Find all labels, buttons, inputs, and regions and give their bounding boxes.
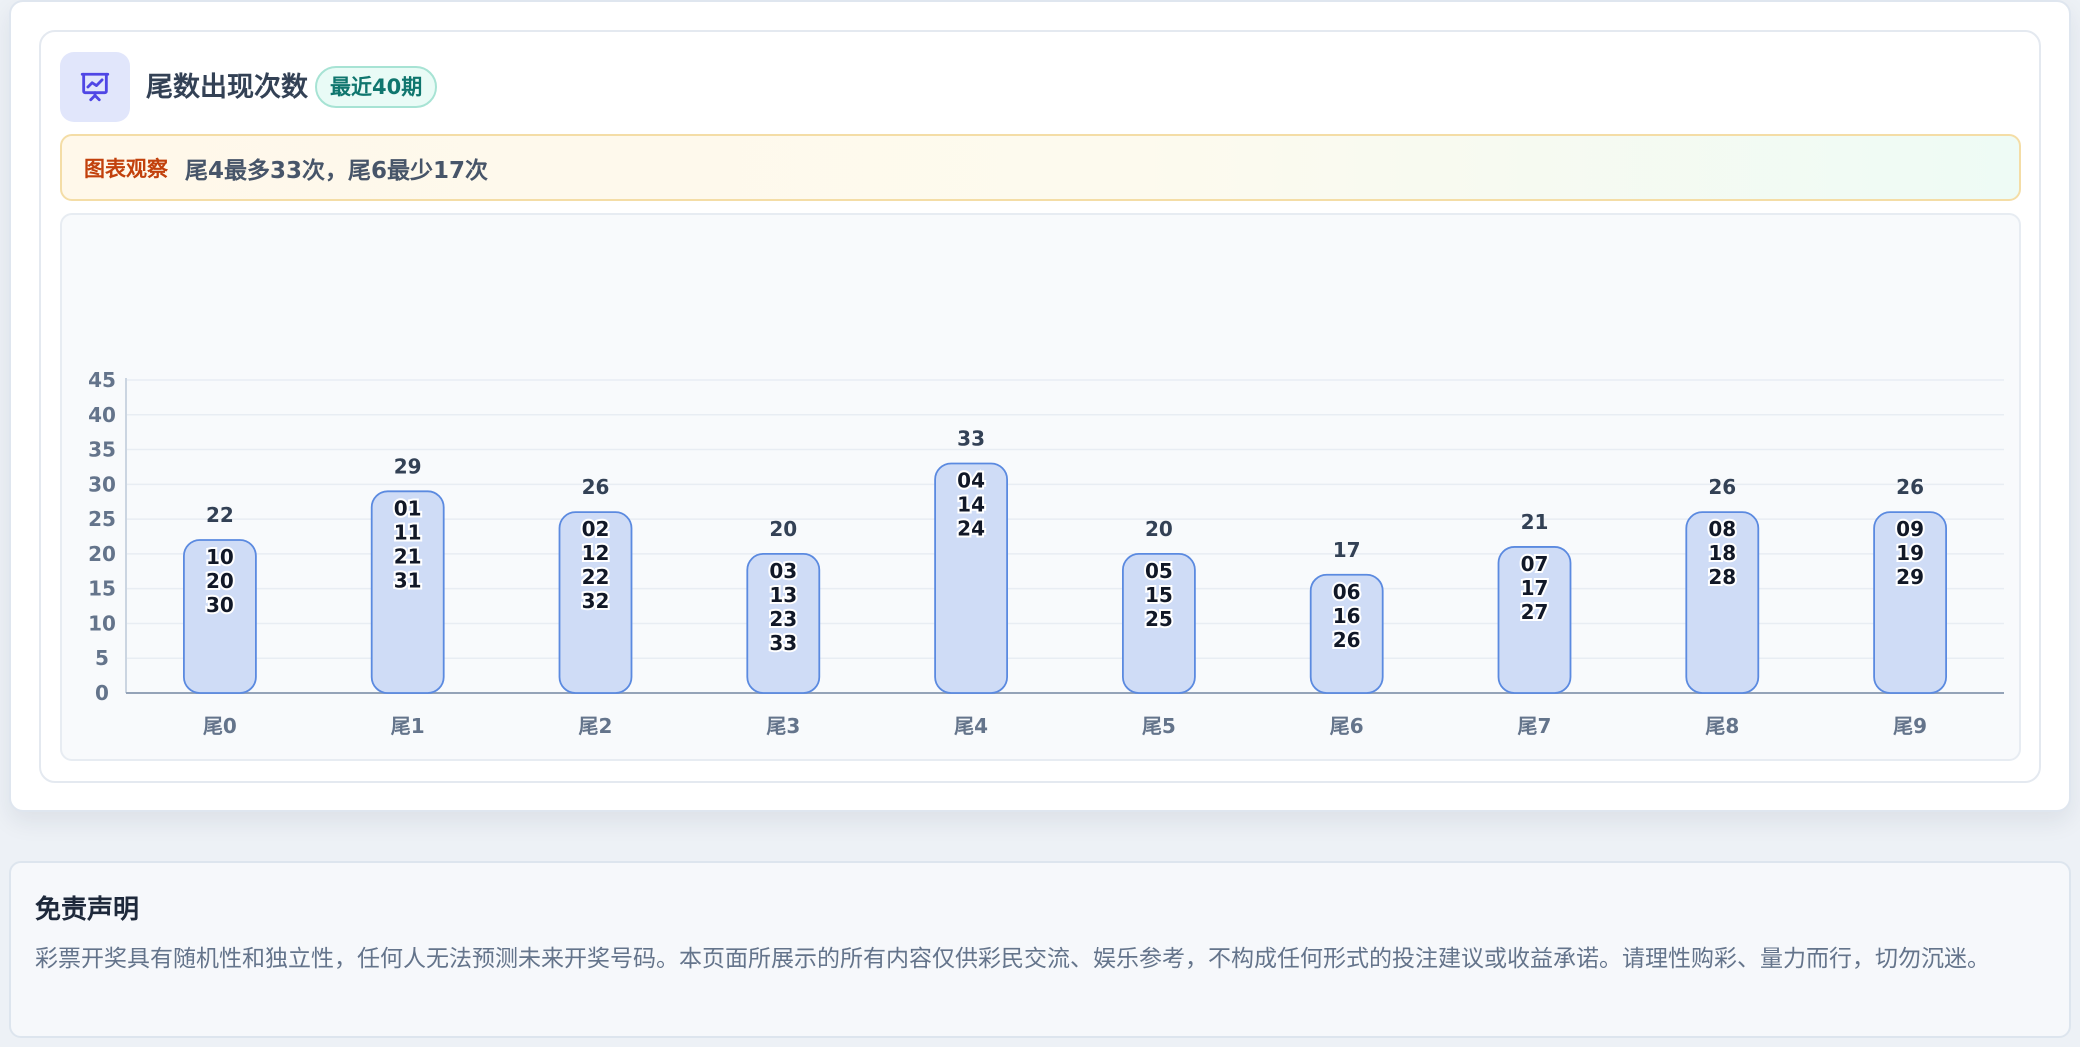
bar-value-label: 21	[1521, 510, 1549, 534]
bar-number-label: 19	[1896, 541, 1924, 565]
bar-number-label: 13	[769, 583, 797, 607]
y-tick-label: 10	[88, 611, 116, 635]
bar-number-label: 18	[1708, 541, 1736, 565]
bar-value-label: 26	[1708, 475, 1736, 499]
y-tick-label: 35	[88, 438, 116, 462]
bar-number-label: 08	[1708, 517, 1736, 541]
x-tick-label: 尾1	[391, 714, 425, 738]
bar-value-label: 26	[582, 475, 610, 499]
bar-number-label: 06	[1333, 580, 1361, 604]
bar-value-label: 17	[1333, 538, 1361, 562]
x-tick-label: 尾4	[954, 714, 988, 738]
bar-value-label: 26	[1896, 475, 1924, 499]
bar-number-label: 32	[582, 589, 610, 613]
bar-number-label: 23	[769, 607, 797, 631]
bar-number-label: 33	[769, 631, 797, 655]
bar-number-label: 11	[394, 520, 422, 544]
bar-number-label: 25	[1145, 607, 1173, 631]
bar-number-label: 16	[1333, 604, 1361, 628]
bar-value-label: 33	[957, 426, 985, 450]
bar-number-label: 02	[582, 517, 610, 541]
bar-number-label: 15	[1145, 583, 1173, 607]
x-tick-label: 尾9	[1893, 714, 1927, 738]
bar-number-label: 10	[206, 545, 234, 569]
bar-number-label: 20	[206, 569, 234, 593]
x-tick-label: 尾6	[1330, 714, 1364, 738]
bar-value-label: 20	[769, 517, 797, 541]
bar-value-label: 22	[206, 503, 234, 527]
bar-number-label: 31	[394, 568, 422, 592]
observation-label: 图表观察	[84, 156, 168, 181]
bar-value-label: 20	[1145, 517, 1173, 541]
bar-number-label: 03	[769, 559, 797, 583]
observation-text: 尾4最多33次，尾6最少17次	[185, 157, 489, 184]
chart-observation: 图表观察 尾4最多33次，尾6最少17次	[60, 134, 2021, 201]
bar-number-label: 01	[394, 496, 422, 520]
bar-number-label: 05	[1145, 559, 1173, 583]
chart-area: 0 5 10 15 20 25 30 35 40 45 22 10 20 30 尾0 29 01 11 21 31 尾1…	[60, 213, 2021, 761]
bar-number-label: 21	[394, 544, 422, 568]
bar-number-label: 27	[1521, 600, 1549, 624]
x-tick-label: 尾0	[203, 714, 237, 738]
bar-value-label: 29	[394, 454, 422, 478]
disclaimer-text: 彩票开奖具有随机性和独立性，任何人无法预测未来开奖号码。本页面所展示的所有内容仅…	[35, 946, 1990, 972]
bar-number-label: 04	[957, 468, 985, 492]
x-tick-label: 尾2	[579, 714, 613, 738]
y-tick-label: 5	[95, 646, 109, 670]
bar-number-label: 30	[206, 593, 234, 617]
bar-number-label: 17	[1521, 576, 1549, 600]
bar-number-label: 24	[957, 516, 985, 540]
y-tick-label: 45	[88, 368, 116, 392]
period-badge: 最近40期	[315, 66, 438, 108]
y-tick-label: 25	[88, 507, 116, 531]
chart-title: 尾数出现次数	[146, 72, 308, 103]
y-tick-label: 15	[88, 577, 116, 601]
y-tick-label: 20	[88, 542, 116, 566]
y-tick-label: 0	[95, 681, 109, 705]
bar-number-label: 14	[957, 492, 985, 516]
x-tick-label: 尾7	[1518, 714, 1552, 738]
bar-number-label: 09	[1896, 517, 1924, 541]
bar-number-label: 22	[582, 565, 610, 589]
x-tick-label: 尾3	[766, 714, 800, 738]
bar-chart: 05101520253035404522102030尾02901112131尾1…	[88, 368, 2004, 738]
y-tick-label: 40	[88, 403, 116, 427]
x-tick-label: 尾8	[1705, 714, 1739, 738]
x-tick-label: 尾5	[1142, 714, 1176, 738]
bar-number-label: 12	[582, 541, 610, 565]
presentation-chart-icon	[60, 52, 130, 122]
bar-number-label: 29	[1896, 565, 1924, 589]
disclaimer-title: 免责声明	[35, 895, 140, 925]
bar-number-label: 07	[1521, 552, 1549, 576]
y-tick-label: 30	[88, 472, 116, 496]
disclaimer-card: 免责声明 彩票开奖具有随机性和独立性，任何人无法预测未来开奖号码。本页面所展示的…	[9, 861, 2071, 1038]
bar-number-label: 28	[1708, 565, 1736, 589]
bar-number-label: 26	[1333, 628, 1361, 652]
